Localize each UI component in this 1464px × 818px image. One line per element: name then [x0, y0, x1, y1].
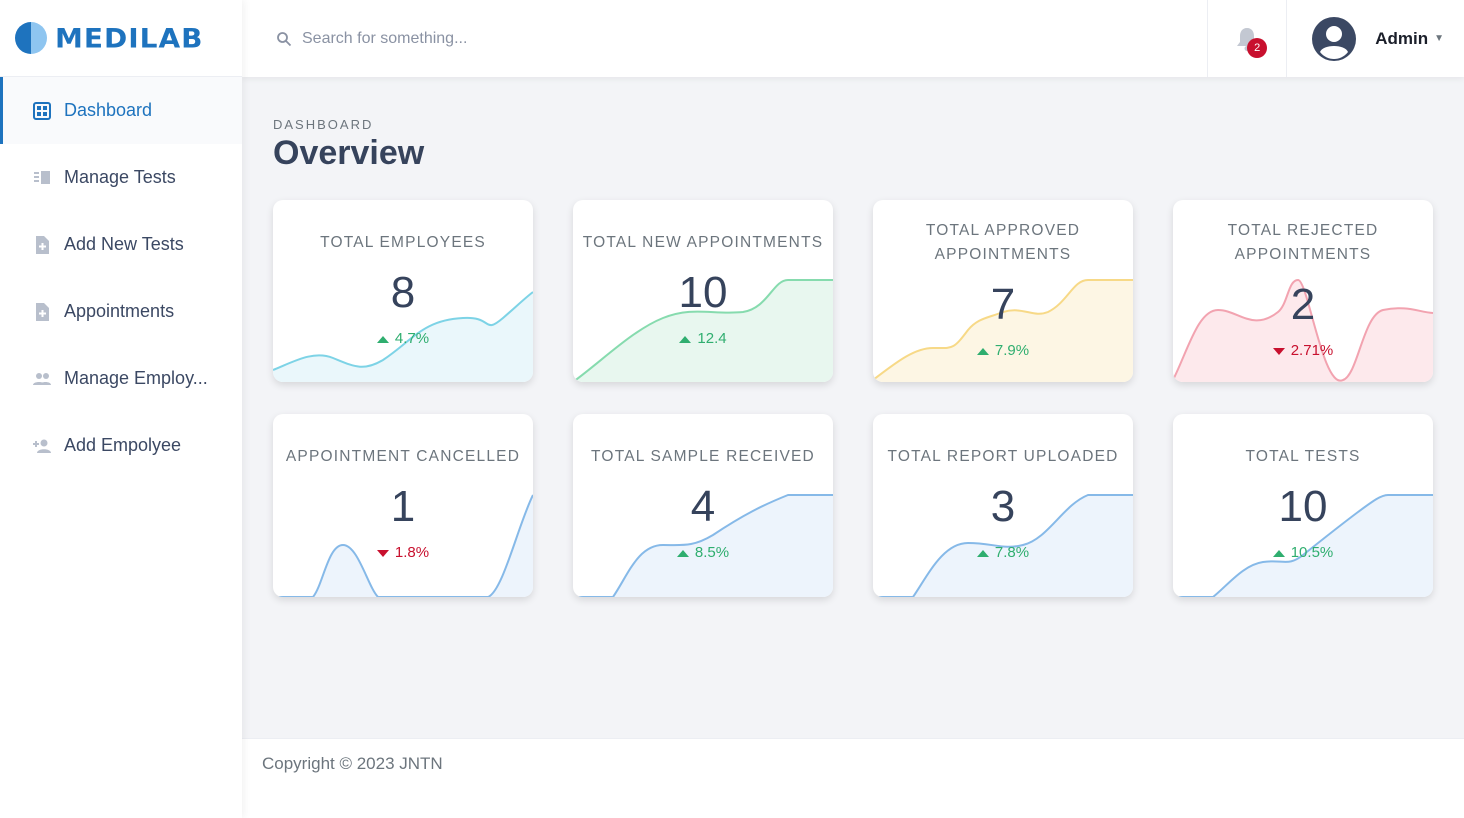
dashboard-icon	[32, 101, 52, 121]
stat-card-title: TOTAL SAMPLE RECEIVED	[591, 448, 815, 465]
stat-card-delta-value: 10.5%	[1290, 544, 1334, 561]
stat-card[interactable]: APPOINTMENT CANCELLED 1 1.8%	[273, 414, 533, 597]
sidebar-item-label: Add New Tests	[64, 234, 184, 254]
sidebar-item-label: Appointments	[64, 301, 175, 321]
stat-card-title: TOTAL APPROVED APPOINTMENTS	[925, 222, 1081, 263]
stat-card-delta: 4.7%	[273, 330, 533, 347]
stat-card-delta: 1.8%	[273, 544, 533, 561]
search-icon	[277, 31, 292, 46]
stat-card-title: TOTAL TESTS	[1245, 448, 1361, 465]
topbar: 2 Admin ▼	[242, 0, 1464, 77]
breadcrumb: DASHBOARD	[273, 117, 374, 132]
file-plus-icon	[32, 302, 52, 322]
file-plus-icon	[32, 235, 52, 255]
sidebar-item-appointments[interactable]: Appointments	[0, 278, 242, 345]
sidebar-item-add-employee[interactable]: Add Empolyee	[0, 412, 242, 479]
stat-card-delta-value: 1.8%	[394, 544, 430, 561]
chevron-down-icon: ▼	[1434, 33, 1444, 44]
sidebar-item-manage-tests[interactable]: Manage Tests	[0, 144, 242, 211]
brand[interactable]: MEDILAB	[0, 0, 242, 77]
sidebar-item-add-new-tests[interactable]: Add New Tests	[0, 211, 242, 278]
stat-card[interactable]: TOTAL APPROVED APPOINTMENTS 7 7.9%	[873, 200, 1133, 382]
caret-down-icon	[376, 549, 389, 557]
sidebar: MEDILAB Dashboard Manage Tests Add New T…	[0, 0, 242, 818]
page-title: Overview	[273, 134, 425, 172]
copyright-text: Copyright © 2023 JNTN	[262, 754, 443, 773]
stat-card[interactable]: TOTAL TESTS 10 10.5%	[1173, 414, 1433, 597]
caret-up-icon	[976, 549, 989, 557]
stat-card[interactable]: TOTAL SAMPLE RECEIVED 4 8.5%	[573, 414, 833, 597]
stat-card-delta-value: 8.5%	[694, 544, 730, 561]
brand-logo-icon	[15, 22, 47, 54]
stat-card-delta-value: 2.71%	[1290, 342, 1334, 359]
caret-up-icon	[976, 347, 989, 355]
list-icon	[32, 168, 52, 188]
user-plus-icon	[32, 436, 52, 456]
avatar	[1312, 16, 1357, 61]
stat-card-value: 2	[1290, 280, 1316, 329]
stat-card-delta-value: 7.8%	[994, 544, 1030, 561]
stat-card[interactable]: TOTAL REPORT UPLOADED 3 7.8%	[873, 414, 1133, 597]
caret-up-icon	[679, 335, 692, 343]
stat-card-delta-value: 12.4	[697, 330, 727, 347]
stat-card-title: APPOINTMENT CANCELLED	[285, 448, 521, 465]
stat-card-value: 10	[678, 268, 728, 317]
stat-card-delta: 7.9%	[873, 342, 1133, 359]
stat-card-delta: 10.5%	[1173, 544, 1433, 561]
users-icon	[32, 369, 52, 389]
stat-card-delta: 8.5%	[573, 544, 833, 561]
sidebar-item-dashboard[interactable]: Dashboard	[0, 77, 242, 144]
stat-card-delta-value: 7.9%	[994, 342, 1030, 359]
stat-card-delta: 2.71%	[1173, 342, 1433, 359]
stat-card[interactable]: TOTAL REJECTED APPOINTMENTS 2 2.71%	[1173, 200, 1433, 382]
user-name: Admin	[1375, 28, 1429, 48]
search-bar	[242, 0, 1207, 77]
sidebar-item-label: Manage Tests	[64, 167, 176, 187]
sidebar-item-label: Dashboard	[64, 100, 153, 120]
stat-card-value: 10	[1278, 482, 1328, 531]
stat-card-value: 1	[390, 482, 416, 531]
stat-card-value: 8	[390, 268, 416, 317]
search-input[interactable]	[302, 29, 702, 48]
user-menu[interactable]: Admin ▼	[1287, 0, 1464, 77]
caret-up-icon	[376, 335, 389, 343]
caret-up-icon	[676, 549, 689, 557]
notification-badge: 2	[1247, 38, 1268, 58]
stat-card-value: 4	[690, 482, 716, 531]
stat-card-delta: 12.4	[573, 330, 833, 347]
notifications-button[interactable]: 2	[1207, 0, 1288, 77]
stat-card[interactable]: TOTAL EMPLOYEES 8 4.7%	[273, 200, 533, 382]
stat-card-value: 3	[990, 482, 1016, 531]
main-content: DASHBOARD Overview TOTAL EMPLOYEES 8 4.7% T…	[242, 77, 1464, 738]
stat-card-title: TOTAL REJECTED APPOINTMENTS	[1227, 222, 1379, 263]
stat-card-value: 7	[990, 280, 1016, 329]
brand-name: MEDILAB	[55, 22, 204, 54]
stat-card-delta: 7.8%	[873, 544, 1133, 561]
sidebar-item-manage-employees[interactable]: Manage Employ...	[0, 345, 242, 412]
stat-card-title: TOTAL NEW APPOINTMENTS	[582, 234, 824, 251]
stat-card-title: TOTAL REPORT UPLOADED	[887, 448, 1119, 465]
sidebar-nav: Dashboard Manage Tests Add New Tests App…	[0, 77, 242, 479]
caret-down-icon	[1272, 347, 1285, 355]
sidebar-item-label: Add Empolyee	[64, 435, 182, 455]
stat-card-delta-value: 4.7%	[394, 330, 430, 347]
footer: Copyright © 2023 JNTN	[242, 738, 1464, 818]
sidebar-item-label: Manage Employ...	[64, 368, 208, 388]
stat-card-title: TOTAL EMPLOYEES	[320, 234, 486, 251]
stat-card[interactable]: TOTAL NEW APPOINTMENTS 10 12.4	[573, 200, 833, 382]
caret-up-icon	[1272, 549, 1285, 557]
